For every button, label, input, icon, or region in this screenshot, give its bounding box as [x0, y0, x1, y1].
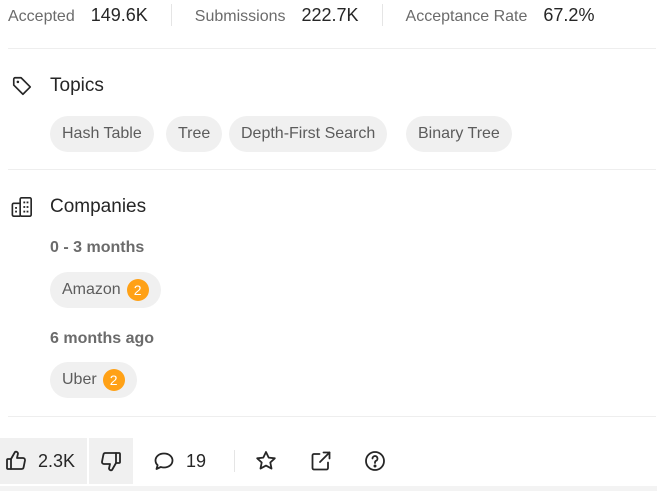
star-icon	[254, 449, 278, 473]
submissions-value: 222.7K	[301, 4, 359, 25]
accepted-value: 149.6K	[90, 4, 148, 25]
acceptance-rate-value: 67.2%	[543, 4, 595, 25]
section-divider	[8, 48, 656, 49]
company-period-label: 6 months ago	[50, 330, 155, 347]
section-divider	[8, 169, 656, 170]
company-count-badge: 2	[102, 369, 125, 391]
topic-label: Binary Tree	[418, 125, 500, 142]
topics-title: Topics	[50, 75, 104, 96]
topic-label: Hash Table	[62, 125, 142, 142]
topic-chip[interactable]: Hash Table	[50, 116, 154, 152]
thumbs-down-icon	[99, 449, 123, 473]
vote-group: 2.3K	[0, 438, 134, 484]
companies-header[interactable]: Companies	[10, 195, 146, 219]
comment-count: 19	[186, 450, 207, 471]
problem-stats: Accepted 149.6K Submissions 222.7K Accep…	[8, 0, 594, 30]
like-count: 2.3K	[38, 450, 76, 471]
bottom-border	[0, 486, 657, 491]
topic-label: Tree	[178, 125, 211, 142]
company-name: Amazon	[62, 281, 121, 298]
comments-button[interactable]: 19	[152, 438, 206, 484]
companies-title: Companies	[50, 196, 147, 217]
company-period-label: 0 - 3 months	[50, 239, 145, 256]
favorite-button[interactable]	[254, 438, 278, 484]
accepted-stat: Accepted 149.6K	[8, 5, 148, 26]
share-icon	[309, 449, 333, 473]
thumbs-up-icon	[4, 449, 28, 473]
like-button[interactable]: 2.3K	[0, 438, 88, 484]
tag-icon	[10, 74, 34, 98]
section-divider	[8, 416, 656, 417]
company-chip[interactable]: Uber 2	[50, 362, 137, 398]
comment-icon	[152, 449, 176, 473]
company-chip[interactable]: Amazon 2	[50, 272, 161, 308]
accepted-label: Accepted	[8, 7, 75, 25]
stat-divider	[381, 4, 383, 26]
topic-chip[interactable]: Depth-First Search	[229, 116, 388, 152]
topics-header[interactable]: Topics	[10, 74, 104, 98]
submissions-label: Submissions	[194, 7, 286, 25]
action-divider	[234, 450, 235, 472]
topic-label: Depth-First Search	[241, 125, 376, 142]
dislike-button[interactable]	[89, 438, 134, 484]
stat-divider	[170, 4, 172, 26]
action-bar: 2.3K 19	[0, 438, 657, 486]
company-name: Uber	[62, 371, 97, 388]
topic-chip[interactable]: Tree	[166, 116, 223, 152]
topic-chip[interactable]: Binary Tree	[406, 116, 512, 152]
submissions-stat: Submissions 222.7K	[195, 5, 359, 26]
share-button[interactable]	[309, 438, 333, 484]
help-button[interactable]	[363, 438, 387, 484]
acceptance-rate-label: Acceptance Rate	[405, 7, 528, 25]
company-count-badge: 2	[126, 279, 149, 301]
building-icon	[10, 195, 34, 219]
help-icon	[363, 449, 387, 473]
acceptance-rate-stat: Acceptance Rate 67.2%	[406, 5, 595, 26]
